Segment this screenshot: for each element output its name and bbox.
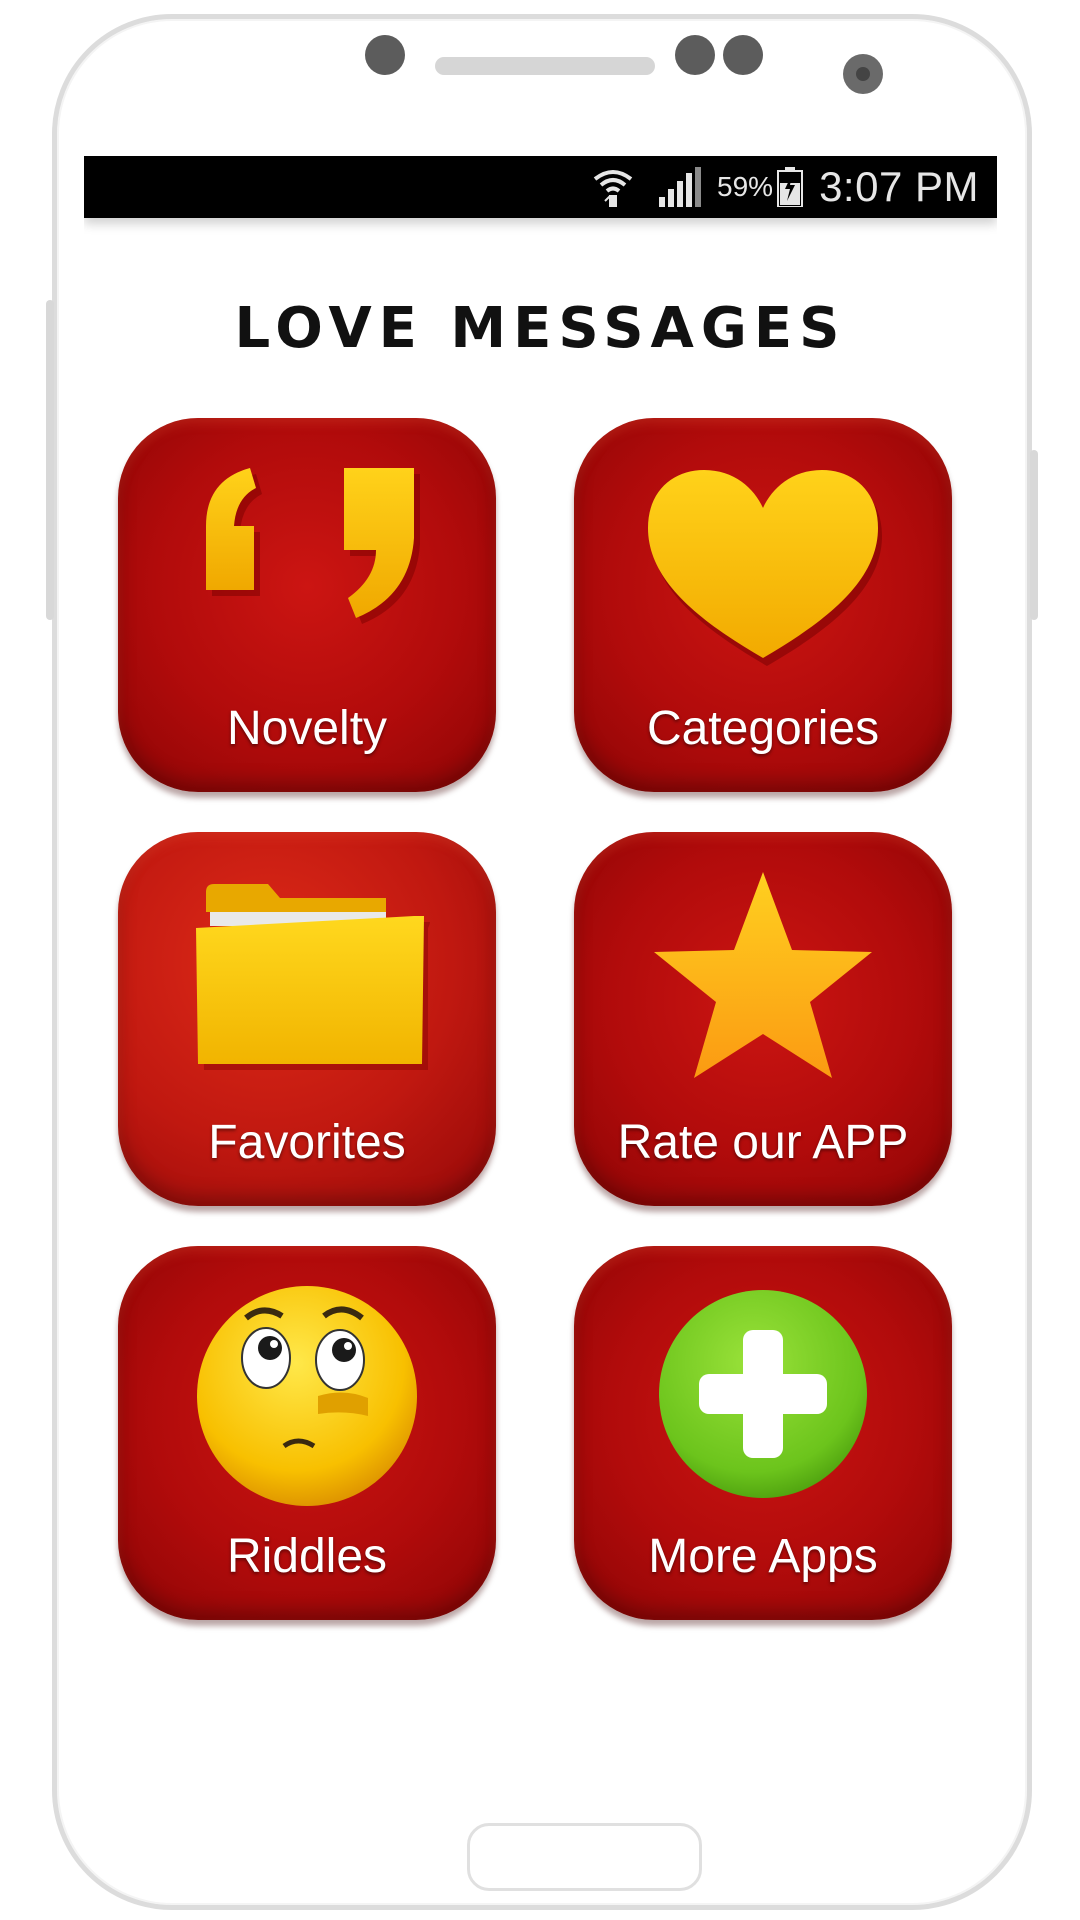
wifi-icon [591, 165, 635, 209]
categories-button[interactable]: Categories [574, 418, 952, 792]
front-sensor [365, 35, 405, 75]
signal-icon [657, 167, 702, 207]
rate-app-button[interactable]: Rate our APP [574, 832, 952, 1206]
tile-label: Favorites [208, 1116, 406, 1169]
clock: 3:07 PM [819, 163, 979, 210]
riddles-button[interactable]: Riddles [118, 1246, 496, 1620]
battery-percentage: 59% [717, 171, 774, 202]
more-apps-button[interactable]: More Apps [574, 1246, 952, 1620]
tile-label: Rate our APP [617, 1116, 909, 1169]
earpiece-speaker [435, 57, 655, 75]
tile-label: Riddles [226, 1530, 388, 1583]
front-sensor [675, 35, 715, 75]
thinking-face-icon [118, 1246, 496, 1546]
quotes-icon [118, 418, 496, 718]
plus-circle-icon [574, 1246, 952, 1546]
home-button[interactable] [467, 1823, 702, 1891]
app-screen: 59% 3:07 PM LOVE MESSAGES Novelty Catego… [84, 156, 997, 1756]
page-title: LOVE MESSAGES [234, 296, 847, 361]
tile-label: Novelty [226, 702, 388, 755]
tile-label: Categories [646, 702, 880, 755]
front-sensor [723, 35, 763, 75]
novelty-button[interactable]: Novelty [118, 418, 496, 792]
heart-icon [574, 418, 952, 718]
front-camera [843, 54, 883, 94]
folder-icon [118, 832, 496, 1132]
power-button [1030, 450, 1038, 620]
volume-button [46, 300, 54, 620]
favorites-button[interactable]: Favorites [118, 832, 496, 1206]
status-bar: 59% 3:07 PM [84, 156, 997, 218]
star-icon [574, 832, 952, 1132]
tile-label: More Apps [648, 1530, 878, 1583]
battery-charging-icon [777, 167, 804, 207]
